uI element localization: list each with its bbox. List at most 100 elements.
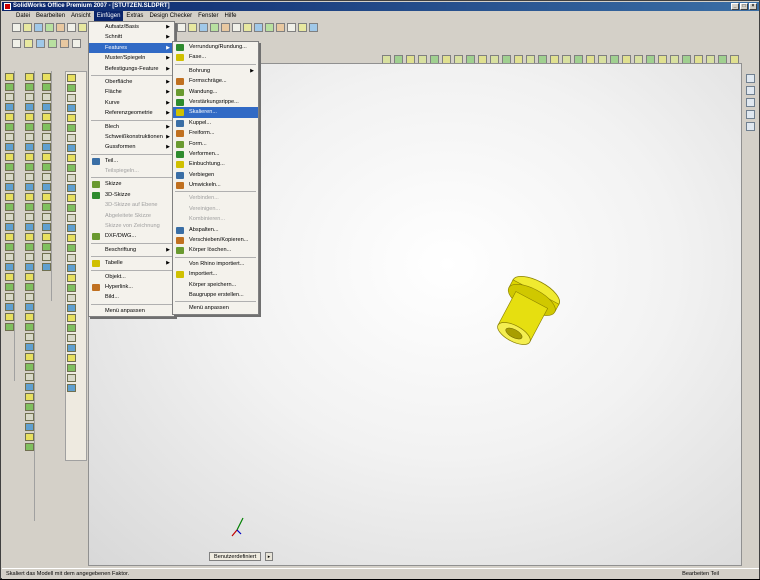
toolbar-button-icon[interactable] xyxy=(67,134,76,142)
toolbar-button-icon[interactable] xyxy=(67,164,76,172)
insert-item-hyperlink[interactable]: Hyperlink... xyxy=(89,282,174,292)
solidworks-app-icon[interactable] xyxy=(4,3,11,10)
toolbar-button-icon[interactable] xyxy=(177,23,186,32)
toolbar-button-icon[interactable] xyxy=(67,344,76,352)
toolbar-button-icon[interactable] xyxy=(5,153,14,161)
insert-item-schweißkonstruktionen[interactable]: Schweißkonstruktionen ▶ xyxy=(89,132,174,142)
features-item-bohrung[interactable]: Bohrung ▶ xyxy=(173,66,258,76)
toolbar-button-icon[interactable] xyxy=(25,413,34,421)
toolbar-button-icon[interactable] xyxy=(25,243,34,251)
toolbar-button-icon[interactable] xyxy=(25,263,34,271)
toolbar-button-icon[interactable] xyxy=(67,354,76,362)
toolbar-button-icon[interactable] xyxy=(25,93,34,101)
toolbar-button-icon[interactable] xyxy=(25,143,34,151)
toolbar-button-icon[interactable] xyxy=(67,74,76,82)
insert-item-teil[interactable]: Teil... xyxy=(89,156,174,166)
insert-item-blech[interactable]: Blech ▶ xyxy=(89,122,174,132)
insert-item-kurve[interactable]: Kurve ▶ xyxy=(89,98,174,108)
toolbar-button-icon[interactable] xyxy=(25,133,34,141)
menu-design-checker[interactable]: Design Checker xyxy=(146,11,195,21)
toolbar-button-icon[interactable] xyxy=(42,163,51,171)
features-item-umwickeln[interactable]: Umwickeln... xyxy=(173,180,258,190)
features-item-formschräge[interactable]: Formschräge... xyxy=(173,76,258,86)
insert-item-aufsatz-basis[interactable]: Aufsatz/Basis ▶ xyxy=(89,22,174,32)
toolbar-button-icon[interactable] xyxy=(67,144,76,152)
toolbar-button-icon[interactable] xyxy=(25,183,34,191)
toolbar-button-icon[interactable] xyxy=(12,39,21,48)
toolbar-button-icon[interactable] xyxy=(232,23,241,32)
toolbar-button-icon[interactable] xyxy=(25,333,34,341)
toolbar-button-icon[interactable] xyxy=(67,254,76,262)
toolbar-button-icon[interactable] xyxy=(298,23,307,32)
toolbar-button-icon[interactable] xyxy=(5,243,14,251)
view-tab-arrow-icon[interactable]: ▸ xyxy=(265,552,273,561)
toolbar-button-icon[interactable] xyxy=(42,213,51,221)
toolbar-button-icon[interactable] xyxy=(5,113,14,121)
toolbar-button-icon[interactable] xyxy=(42,93,51,101)
menu-einfügen[interactable]: Einfügen xyxy=(93,11,124,21)
toolbar-button-icon[interactable] xyxy=(5,303,14,311)
toolbar-button-icon[interactable] xyxy=(67,374,76,382)
toolbar-button-icon[interactable] xyxy=(25,393,34,401)
insert-item-tabelle[interactable]: Tabelle ▶ xyxy=(89,258,174,268)
toolbar-button-icon[interactable] xyxy=(42,83,51,91)
features-item-verbiegen[interactable]: Verbiegen xyxy=(173,170,258,180)
toolbar-button-icon[interactable] xyxy=(42,143,51,151)
toolbar-button-icon[interactable] xyxy=(276,23,285,32)
toolbar-button-icon[interactable] xyxy=(67,184,76,192)
features-item-verrundung-rundung[interactable]: Verrundung/Rundung... xyxy=(173,42,258,52)
features-item-verstärkungsrippe[interactable]: Verstärkungsrippe... xyxy=(173,97,258,107)
toolbar-button-icon[interactable] xyxy=(25,273,34,281)
toolbar-button-icon[interactable] xyxy=(42,103,51,111)
toolbar-button-icon[interactable] xyxy=(42,123,51,131)
features-item-importiert[interactable]: Importiert... xyxy=(173,269,258,279)
toolbar-button-icon[interactable] xyxy=(34,23,43,32)
toolbar-button-icon[interactable] xyxy=(25,73,34,81)
menu-hilfe[interactable]: Hilfe xyxy=(221,11,239,21)
toolbar-button-icon[interactable] xyxy=(25,443,34,451)
insert-item-3d-skizze[interactable]: 3D-Skizze xyxy=(89,190,174,200)
toolbar-button-icon[interactable] xyxy=(25,193,34,201)
toolbar-button-icon[interactable] xyxy=(5,163,14,171)
toolbar-button-icon[interactable] xyxy=(5,73,14,81)
toolbar-button-icon[interactable] xyxy=(25,123,34,131)
toolbar-button-icon[interactable] xyxy=(67,154,76,162)
toolbar-button-icon[interactable] xyxy=(67,314,76,322)
toolbar-button-icon[interactable] xyxy=(5,283,14,291)
toolbar-button-icon[interactable] xyxy=(56,23,65,32)
toolbar-button-icon[interactable] xyxy=(42,133,51,141)
toolbar-button-icon[interactable] xyxy=(188,23,197,32)
features-item-kuppel[interactable]: Kuppel... xyxy=(173,118,258,128)
features-item-skalieren[interactable]: Skalieren... xyxy=(173,107,258,118)
features-item-menü-anpassen[interactable]: Menü anpassen xyxy=(173,303,258,313)
toolbar-button-icon[interactable] xyxy=(45,23,54,32)
toolbar-button-icon[interactable] xyxy=(309,23,318,32)
toolbar-button-icon[interactable] xyxy=(25,233,34,241)
toolbar-button-icon[interactable] xyxy=(67,114,76,122)
features-item-körper-löschen[interactable]: Körper löschen... xyxy=(173,245,258,255)
insert-item-dxf-dwg[interactable]: DXF/DWG... xyxy=(89,231,174,241)
toolbar-button-icon[interactable] xyxy=(5,323,14,331)
toolbar-button-icon[interactable] xyxy=(42,223,51,231)
toolbar-button-icon[interactable] xyxy=(67,204,76,212)
toolbar-button-icon[interactable] xyxy=(42,153,51,161)
toolbar-button-icon[interactable] xyxy=(221,23,230,32)
features-item-abspalten[interactable]: Abspalten... xyxy=(173,225,258,235)
features-item-einbuchtung[interactable]: Einbuchtung... xyxy=(173,159,258,169)
toolbar-button-icon[interactable] xyxy=(67,104,76,112)
toolbar-button-icon[interactable] xyxy=(72,39,81,48)
toolbar-button-icon[interactable] xyxy=(5,83,14,91)
toolbar-button-icon[interactable] xyxy=(42,203,51,211)
toolbar-button-icon[interactable] xyxy=(25,163,34,171)
features-item-verschieben-kopieren[interactable]: Verschieben/Kopieren... xyxy=(173,235,258,245)
toolbar-button-icon[interactable] xyxy=(5,143,14,151)
toolbar-button-icon[interactable] xyxy=(67,274,76,282)
toolbar-button-icon[interactable] xyxy=(67,194,76,202)
toolbar-button-icon[interactable] xyxy=(25,313,34,321)
features-item-wandung[interactable]: Wandung... xyxy=(173,87,258,97)
toolbar-button-icon[interactable] xyxy=(287,23,296,32)
toolbar-button-icon[interactable] xyxy=(67,324,76,332)
toolbar-button-icon[interactable] xyxy=(5,173,14,181)
toolbar-button-icon[interactable] xyxy=(25,223,34,231)
toolbar-button-icon[interactable] xyxy=(78,23,87,32)
